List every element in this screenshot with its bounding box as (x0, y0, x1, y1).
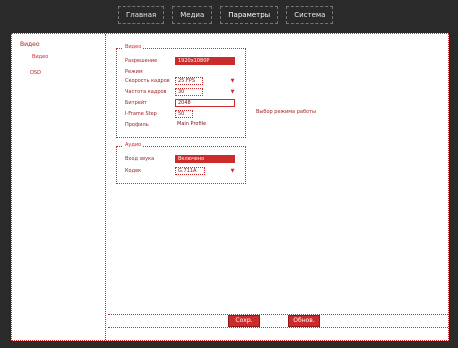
content-frame: Видео Видео OSD Видео Разрешение 1920x10… (11, 33, 449, 341)
fps-select[interactable]: 25 FPS (175, 77, 203, 85)
nav-home[interactable]: Главная (118, 6, 165, 24)
sidebar-item-osd[interactable]: OSD (30, 70, 41, 76)
settings-panel: Видео Разрешение 1920x1080P Режим Скорос… (108, 34, 448, 340)
resolution-label: Разрешение (125, 58, 158, 64)
action-bar: Сохр. Обнов. (108, 314, 448, 328)
fps-label: Скорость кадров (125, 78, 170, 84)
video-section-title: Видео (123, 44, 144, 50)
audio-row-input: Вход звука Включено (125, 155, 245, 164)
top-bar: Главная Медиа Параметры Система (0, 0, 458, 30)
audio-section-title: Аудио (123, 142, 144, 148)
top-navigation: Главная Медиа Параметры Система (118, 6, 341, 24)
mode-label: Режим (125, 69, 143, 75)
nav-system[interactable]: Система (286, 6, 334, 24)
chevron-down-icon[interactable]: ▼ (229, 77, 236, 85)
video-row-profile: Профиль Main Profile (125, 121, 245, 130)
codec-label: Кодек (125, 168, 142, 174)
resolution-select[interactable]: 1920x1080P (175, 57, 235, 65)
codec-select[interactable]: G.711A (175, 167, 205, 175)
sidebar: Видео Видео OSD (12, 34, 106, 340)
nav-media[interactable]: Медиа (172, 6, 213, 24)
video-row-bitrate: Битрейт 2048 (125, 99, 245, 108)
video-row-iframe: I-Frame Step 50 (125, 110, 245, 119)
bitrate-label: Битрейт (125, 100, 148, 106)
chevron-down-icon[interactable]: ▼ (229, 88, 236, 96)
bitrate-input[interactable]: 2048 (175, 99, 235, 107)
iframe-label: I-Frame Step (125, 111, 157, 117)
sidebar-title[interactable]: Видео (20, 41, 40, 48)
framerate-input[interactable]: 30 (175, 88, 203, 96)
video-row-framerate: Частота кадров 30 ▼ (125, 88, 245, 97)
audio-section: Аудио Вход звука Включено Кодек G.711A ▼ (116, 142, 246, 184)
video-section: Видео Разрешение 1920x1080P Режим Скорос… (116, 44, 246, 138)
save-button[interactable]: Сохр. (228, 315, 260, 327)
audio-input-label: Вход звука (125, 156, 155, 162)
audio-input-select[interactable]: Включено (175, 155, 235, 163)
audio-row-codec: Кодек G.711A ▼ (125, 167, 245, 176)
video-row-resolution: Разрешение 1920x1080P (125, 57, 245, 66)
profile-value: Main Profile (175, 121, 235, 129)
iframe-input[interactable]: 50 (175, 110, 193, 118)
profile-label: Профиль (125, 122, 149, 128)
mode-note: Выбор режима работы (256, 109, 316, 115)
refresh-button[interactable]: Обнов. (288, 315, 320, 327)
sidebar-item-video[interactable]: Видео (32, 54, 48, 60)
nav-settings[interactable]: Параметры (220, 6, 279, 24)
video-row-fps: Скорость кадров 25 FPS ▼ (125, 77, 245, 86)
video-row-mode: Режим (125, 68, 245, 77)
chevron-down-icon[interactable]: ▼ (229, 167, 236, 175)
framerate-label: Частота кадров (125, 89, 167, 95)
